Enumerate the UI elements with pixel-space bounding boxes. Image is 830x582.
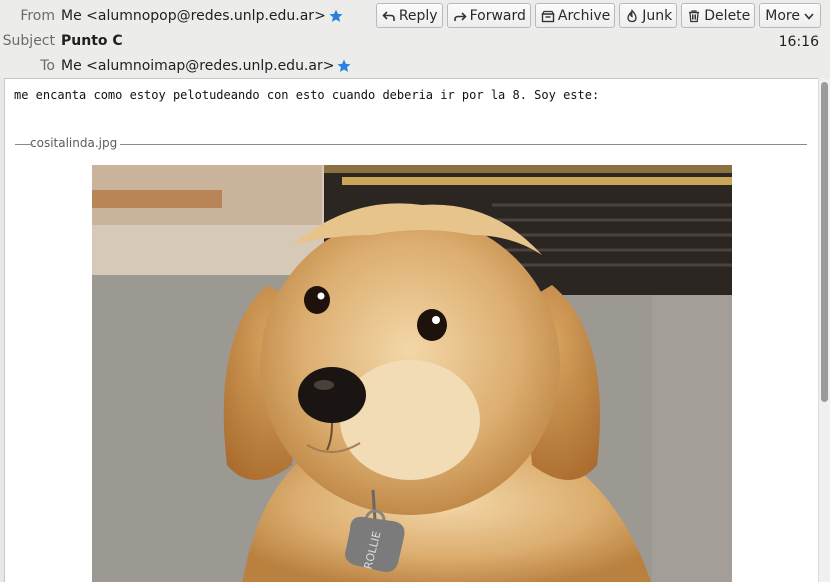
junk-button[interactable]: Junk	[619, 3, 678, 28]
message-time: 16:16	[778, 34, 819, 50]
attachment-image[interactable]: ROLLIE	[92, 165, 732, 582]
message-toolbar: Reply Forward Archive Junk Delete More	[375, 3, 821, 28]
attachment-separator: cositalinda.jpg	[15, 136, 807, 152]
forward-button[interactable]: Forward	[446, 3, 531, 28]
star-icon[interactable]	[337, 59, 351, 73]
junk-label: Junk	[642, 7, 673, 24]
chevron-down-icon	[802, 9, 816, 23]
reply-button[interactable]: Reply	[375, 3, 443, 28]
subject-text: Punto C	[61, 33, 123, 49]
from-label: From	[20, 8, 55, 24]
delete-icon	[687, 9, 701, 23]
to-address[interactable]: Me <alumnoimap@redes.unlp.edu.ar>	[61, 58, 334, 74]
subject-row: Subject Punto C	[0, 30, 123, 52]
from-row: From Me <alumnopop@redes.unlp.edu.ar>	[0, 5, 343, 27]
message-body-text: me encanta como estoy pelotudeando con e…	[14, 88, 600, 102]
delete-label: Delete	[704, 7, 751, 24]
message-header: From Me <alumnopop@redes.unlp.edu.ar> Su…	[0, 0, 830, 78]
vertical-scrollbar[interactable]	[818, 78, 830, 582]
attachment-divider	[15, 144, 807, 145]
scrollbar-thumb[interactable]	[821, 82, 828, 402]
to-row: To Me <alumnoimap@redes.unlp.edu.ar>	[0, 55, 351, 77]
archive-icon	[541, 9, 555, 23]
message-body-pane[interactable]: me encanta como estoy pelotudeando con e…	[4, 78, 818, 582]
from-address[interactable]: Me <alumnopop@redes.unlp.edu.ar>	[61, 8, 326, 24]
star-icon[interactable]	[329, 9, 343, 23]
attachment-filename[interactable]: cositalinda.jpg	[21, 136, 121, 150]
delete-button[interactable]: Delete	[681, 3, 756, 28]
subject-label: Subject	[2, 33, 55, 49]
more-label: More	[765, 7, 800, 24]
junk-icon	[625, 8, 639, 23]
forward-icon	[453, 9, 467, 23]
archive-button[interactable]: Archive	[534, 3, 616, 28]
forward-label: Forward	[469, 7, 526, 24]
reply-icon	[382, 9, 396, 23]
to-label: To	[40, 58, 55, 74]
more-button[interactable]: More	[759, 3, 821, 28]
reply-label: Reply	[398, 7, 438, 24]
archive-label: Archive	[557, 7, 611, 24]
